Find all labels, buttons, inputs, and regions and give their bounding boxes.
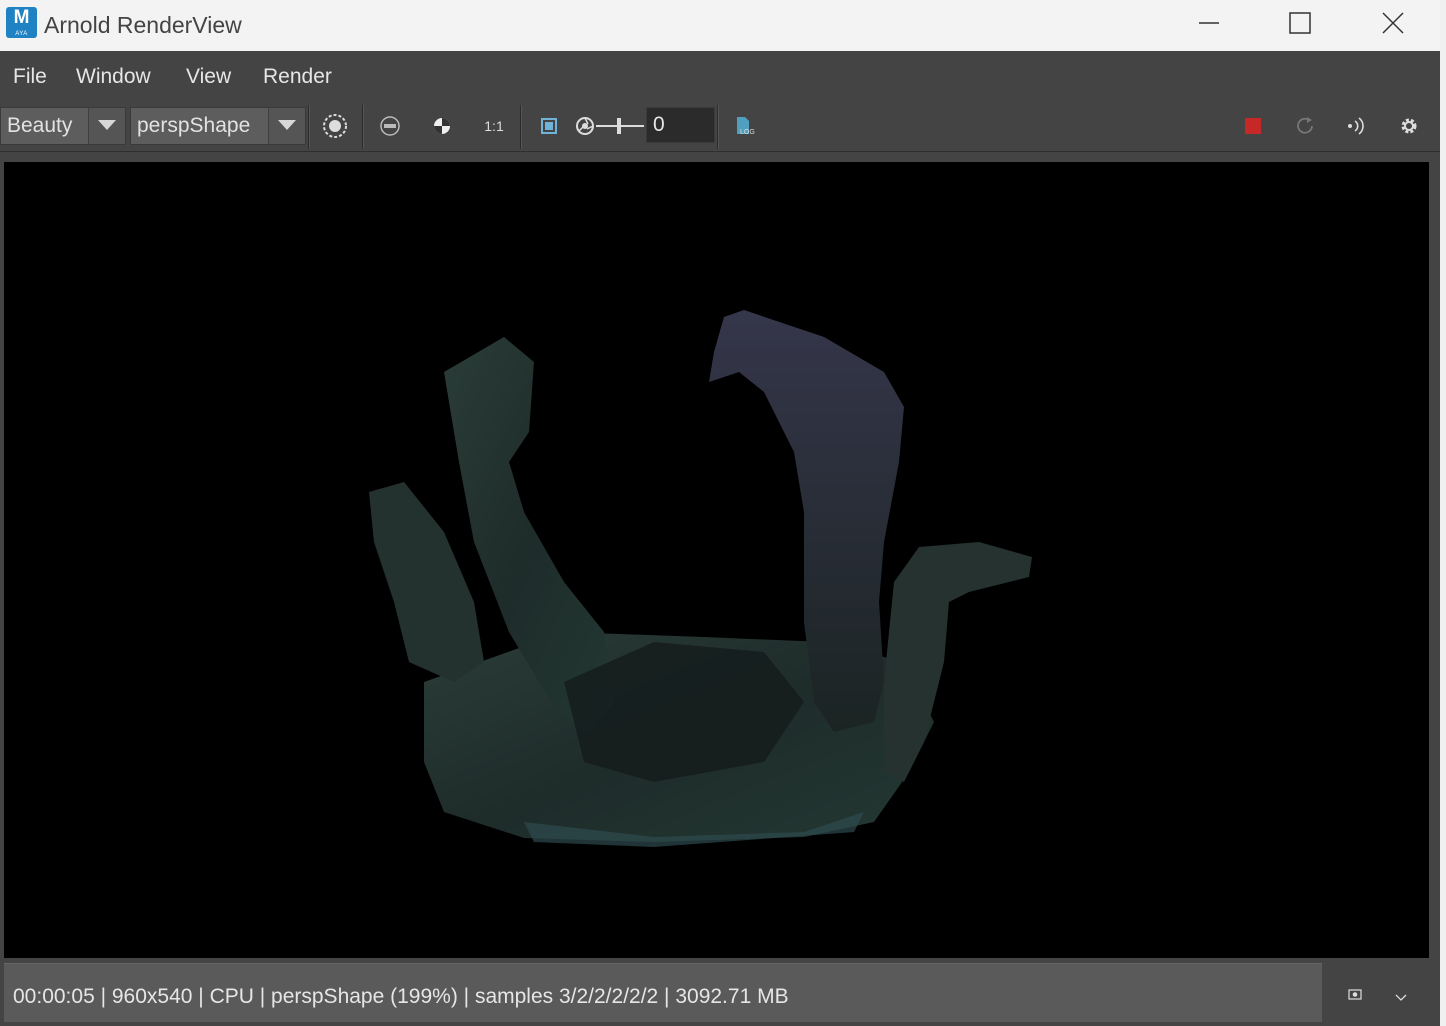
rgb-channel-button[interactable] <box>375 111 405 141</box>
maya-app-icon: M AYA <box>6 7 37 38</box>
aov-dropdown-arrow[interactable] <box>88 108 125 144</box>
chevron-down-icon <box>1395 994 1407 1001</box>
contrast-icon <box>434 118 450 134</box>
title-bar: M AYA Arnold RenderView <box>0 0 1440 51</box>
minimize-button[interactable] <box>1186 0 1232 46</box>
aov-select-value: Beauty <box>7 114 73 137</box>
toolbar-separator <box>717 105 719 149</box>
menu-view[interactable]: View <box>186 65 231 89</box>
close-icon <box>1382 12 1404 34</box>
gear-icon <box>1401 118 1417 134</box>
stop-icon <box>1245 118 1261 134</box>
status-bar: 00:00:05 | 960x540 | CPU | perspShape (1… <box>4 963 1322 1022</box>
chevron-down-icon <box>278 120 296 130</box>
exposure-slider[interactable] <box>596 113 646 139</box>
camera-dropdown-arrow[interactable] <box>268 108 305 144</box>
snapshot-button[interactable] <box>1348 987 1362 1005</box>
rendered-image <box>369 310 1032 847</box>
toolbar-separator <box>362 105 364 149</box>
aperture-icon <box>576 117 594 135</box>
refresh-icon <box>1297 117 1313 134</box>
target-circle-icon <box>323 114 347 138</box>
refresh-render-button[interactable] <box>1290 111 1320 141</box>
menu-render[interactable]: Render <box>263 65 332 89</box>
slider-handle[interactable] <box>617 118 621 134</box>
menu-file[interactable]: File <box>13 65 47 89</box>
stop-render-button[interactable] <box>1238 111 1268 141</box>
settings-button[interactable] <box>1394 111 1424 141</box>
exposure-input[interactable] <box>646 107 715 143</box>
broadcast-icon <box>1348 117 1364 135</box>
camera-select-value: perspShape <box>137 114 251 137</box>
window-right-edge <box>1440 0 1446 1026</box>
toolbar: Beauty perspShape 1:1 0 LOG <box>0 101 1440 152</box>
ratio-button[interactable]: 1:1 <box>479 111 509 141</box>
close-button[interactable] <box>1370 0 1416 46</box>
render-stats-text: 00:00:05 | 960x540 | CPU | perspShape (1… <box>13 985 789 1008</box>
status-expand-button[interactable] <box>1395 989 1407 1007</box>
crop-region-button[interactable] <box>534 111 564 141</box>
maximize-icon <box>1289 12 1311 34</box>
log-file-icon: LOG <box>737 117 755 136</box>
chevron-down-icon <box>98 120 116 130</box>
toolbar-separator <box>520 105 522 149</box>
camera-icon <box>1348 989 1362 1000</box>
menu-window[interactable]: Window <box>76 65 151 89</box>
log-button[interactable]: LOG <box>729 111 759 141</box>
toolbar-separator <box>308 105 310 149</box>
aov-select[interactable]: Beauty <box>0 107 126 145</box>
window-title: Arnold RenderView <box>44 12 242 38</box>
ratio-label: 1:1 <box>484 118 504 134</box>
display-settings-button[interactable] <box>320 111 350 141</box>
minimize-icon <box>1199 22 1219 24</box>
rgb-icon <box>380 116 400 136</box>
log-text: LOG <box>740 129 755 136</box>
render-viewport[interactable] <box>4 162 1429 958</box>
status-side-panel <box>1322 963 1440 1021</box>
camera-select[interactable]: perspShape <box>130 107 306 145</box>
menu-bar: File Window View Render <box>0 51 1440 101</box>
crop-region-icon <box>541 118 557 134</box>
ipr-button[interactable] <box>1341 111 1371 141</box>
color-correct-button[interactable] <box>427 111 457 141</box>
maximize-button[interactable] <box>1277 0 1323 46</box>
